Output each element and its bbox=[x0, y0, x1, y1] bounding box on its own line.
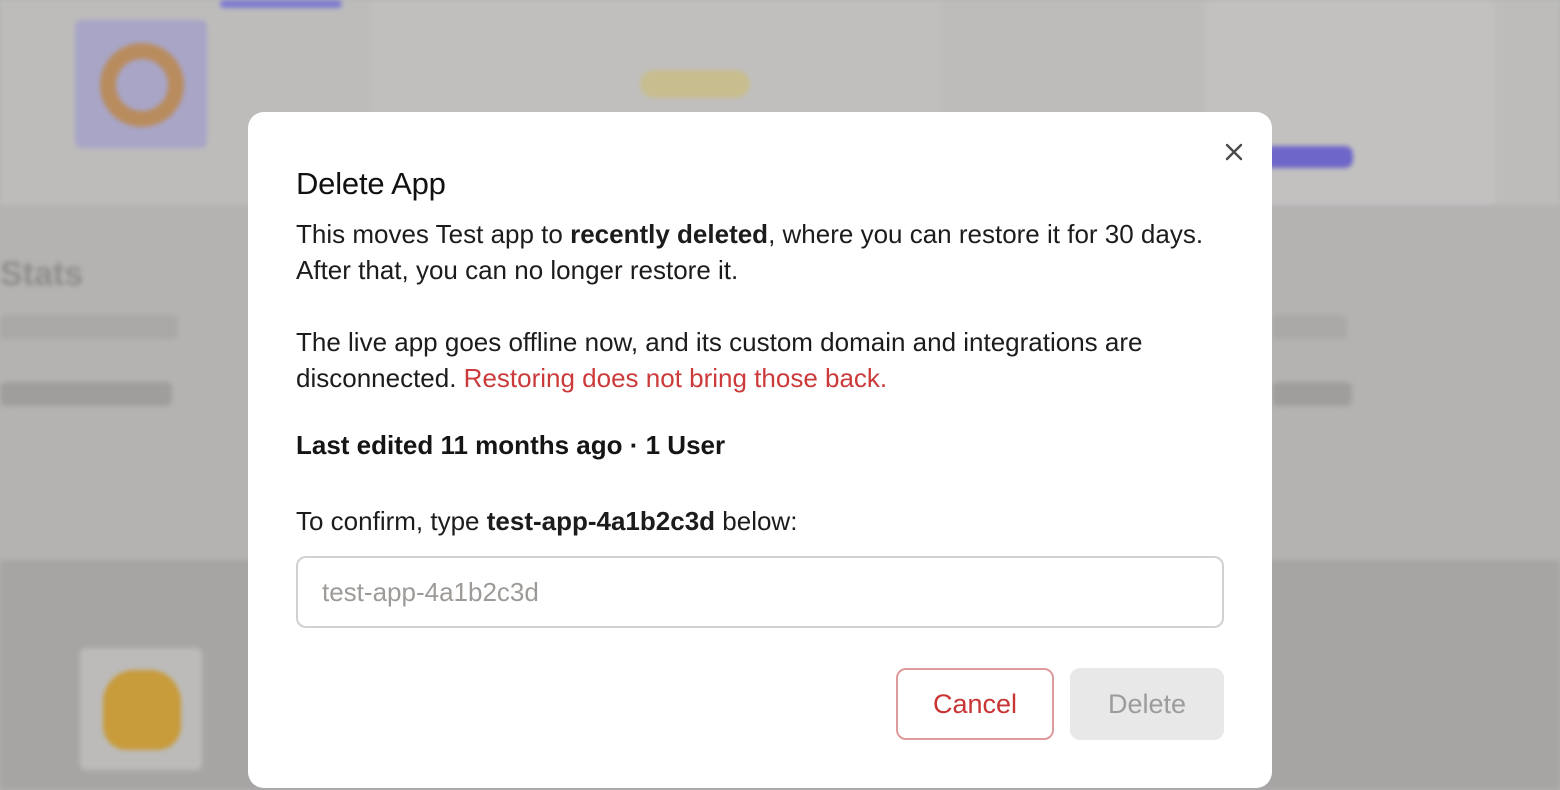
background-text-line bbox=[0, 382, 172, 406]
close-icon bbox=[1225, 143, 1243, 161]
confirm-app-id-input[interactable] bbox=[296, 556, 1224, 628]
confirm-text: below: bbox=[715, 506, 798, 536]
background-donut-icon bbox=[100, 43, 184, 127]
background-primary-button bbox=[1265, 146, 1353, 168]
restore-warning: Restoring does not bring those back. bbox=[463, 363, 888, 393]
background-text-line bbox=[1272, 315, 1347, 339]
delete-app-dialog: Delete App This moves Test app to recent… bbox=[248, 112, 1272, 788]
meta-separator: · bbox=[622, 430, 646, 460]
offline-warning: The live app goes offline now, and its c… bbox=[296, 324, 1236, 396]
dialog-title: Delete App bbox=[296, 166, 446, 201]
background-text-line bbox=[0, 315, 178, 339]
background-stats-heading: Stats bbox=[0, 255, 84, 293]
last-edited: Last edited 11 months ago bbox=[296, 430, 623, 460]
cancel-button[interactable]: Cancel bbox=[896, 668, 1054, 740]
background-preview-logo bbox=[640, 70, 750, 98]
confirm-text: To confirm, type bbox=[296, 506, 487, 536]
background-lion-icon bbox=[103, 670, 181, 750]
description-text: This moves Test app to bbox=[296, 219, 571, 249]
confirm-app-id: test-app-4a1b2c3d bbox=[486, 506, 716, 536]
confirm-instructions: To confirm, type test-app-4a1b2c3d below… bbox=[296, 506, 797, 537]
user-count: 1 User bbox=[645, 430, 726, 460]
background-text-line bbox=[1272, 382, 1352, 406]
app-meta: Last edited 11 months ago · 1 User bbox=[296, 430, 725, 461]
deletion-description: This moves Test app to recently deleted,… bbox=[296, 216, 1236, 288]
recently-deleted-emphasis: recently deleted bbox=[570, 219, 769, 249]
close-button[interactable] bbox=[1218, 136, 1250, 168]
delete-button[interactable]: Delete bbox=[1070, 668, 1224, 740]
background-accent-pill bbox=[220, 0, 342, 8]
